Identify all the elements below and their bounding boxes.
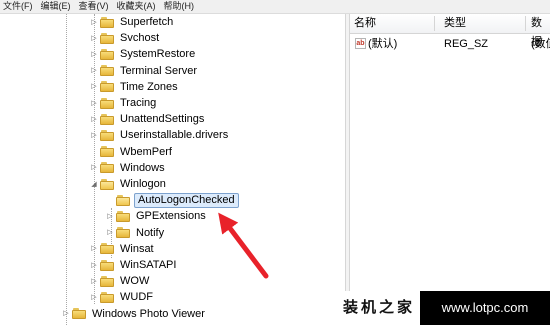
watermark-brand: 装机之家: [338, 291, 420, 325]
watermark-url: www.lotpc.com: [420, 291, 550, 325]
red-arrow-icon: [218, 212, 269, 279]
watermark: 装机之家 www.lotpc.com: [338, 291, 550, 325]
